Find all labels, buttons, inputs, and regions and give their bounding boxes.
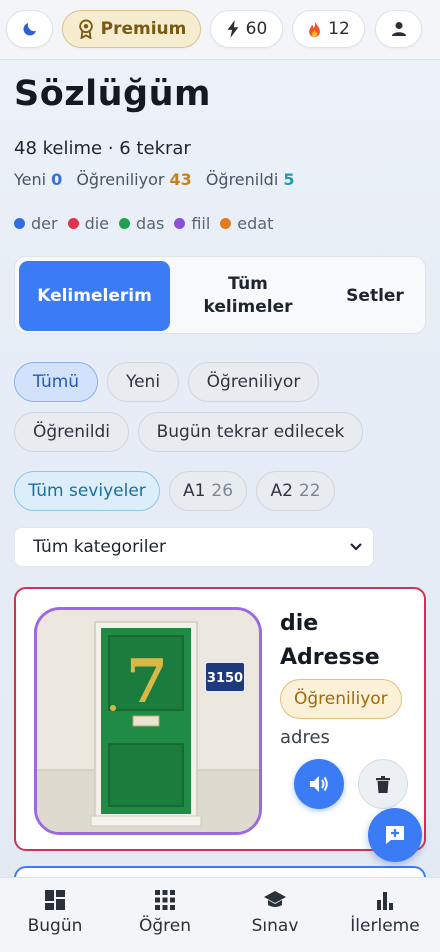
bottom-navigation: Bugün Öğren Sınav İlerleme — [0, 877, 440, 952]
legend-preposition: edat — [220, 214, 273, 233]
tab-all-words[interactable]: Tüm kelimeler — [183, 261, 313, 331]
moon-icon — [22, 23, 36, 36]
trash-icon — [376, 775, 390, 793]
flame-icon — [309, 20, 321, 38]
add-word-button[interactable] — [368, 808, 422, 862]
legend-das: das — [119, 214, 164, 233]
stat-new: Yeni 0 — [14, 170, 63, 189]
level-filter-a2[interactable]: A2 22 — [256, 471, 335, 511]
level-filter-all[interactable]: Tüm seviyeler — [14, 471, 160, 511]
word-type-legend: der die das fiil edat — [14, 214, 273, 233]
legend-der: der — [14, 214, 58, 233]
nav-learn[interactable]: Öğren — [110, 890, 220, 936]
status-badge: Öğreniliyor — [280, 679, 402, 719]
add-message-icon — [386, 826, 404, 844]
word-meaning: adres — [280, 727, 330, 748]
nav-learn-label: Öğren — [138, 916, 192, 936]
speaker-icon — [310, 776, 328, 792]
nav-progress-label: İlerleme — [350, 916, 420, 936]
plate-number: 3150 — [207, 671, 243, 686]
user-icon — [391, 22, 406, 36]
bolt-icon — [227, 20, 239, 38]
filter-due-today[interactable]: Bugün tekrar edilecek — [138, 412, 363, 452]
page-title: Sözlüğüm — [14, 74, 211, 114]
streak-counter[interactable]: 12 — [292, 10, 365, 48]
filter-all[interactable]: Tümü — [14, 362, 98, 402]
delete-word-button[interactable] — [358, 759, 408, 809]
view-tabs: Kelimelerim Tüm kelimeler Setler — [14, 256, 426, 334]
category-select[interactable]: Tüm kategoriler — [14, 527, 374, 567]
nav-exam-label: Sınav — [251, 916, 299, 936]
nav-progress[interactable]: İlerleme — [330, 890, 440, 936]
profile-button[interactable] — [375, 10, 422, 48]
nav-today[interactable]: Bugün — [0, 890, 110, 936]
medal-icon — [78, 19, 93, 39]
theme-toggle-button[interactable] — [6, 10, 53, 48]
category-select-value: Tüm kategoriler — [33, 537, 166, 557]
word-article: die — [280, 611, 319, 636]
nav-today-label: Bugün — [27, 916, 83, 936]
stat-learning: Öğreniliyor 43 — [76, 170, 192, 189]
bar-chart-icon — [377, 892, 393, 910]
legend-die: die — [67, 214, 109, 233]
tab-my-words[interactable]: Kelimelerim — [19, 261, 170, 331]
premium-label: Premium — [100, 19, 187, 39]
filter-new[interactable]: Yeni — [107, 362, 179, 402]
energy-count: 60 — [245, 19, 268, 39]
level-filter-a1[interactable]: A1 26 — [169, 471, 247, 511]
premium-button[interactable]: Premium — [62, 10, 201, 48]
streak-count: 12 — [328, 19, 350, 39]
word-card[interactable]: 7 3150 die Adresse Öğreniliyor adres — [14, 587, 426, 851]
door-number: 7 — [126, 647, 168, 717]
nav-exam[interactable]: Sınav — [220, 890, 330, 936]
chevron-down-icon — [350, 543, 362, 551]
word-image: 7 3150 — [34, 607, 262, 835]
stat-learned: Öğrenildi 5 — [205, 170, 295, 189]
door-illustration: 7 3150 — [37, 610, 259, 832]
tab-sets[interactable]: Setler — [327, 261, 423, 331]
filter-learned[interactable]: Öğrenildi — [14, 412, 129, 452]
top-bar: Premium 60 12 — [0, 0, 440, 60]
legend-verb: fiil — [174, 214, 210, 233]
word-title: die Adresse — [280, 607, 380, 675]
energy-counter[interactable]: 60 — [210, 10, 283, 48]
word-noun: Adresse — [280, 645, 380, 670]
pronounce-button[interactable] — [294, 759, 344, 809]
word-summary: 48 kelime · 6 tekrar — [14, 138, 191, 159]
dashboard-icon — [45, 890, 65, 910]
learning-stats: Yeni 0 Öğreniliyor 43 Öğrenildi 5 — [14, 170, 295, 189]
graduation-cap-icon — [264, 891, 286, 907]
filter-learning[interactable]: Öğreniliyor — [188, 362, 319, 402]
grid-icon — [155, 890, 175, 910]
